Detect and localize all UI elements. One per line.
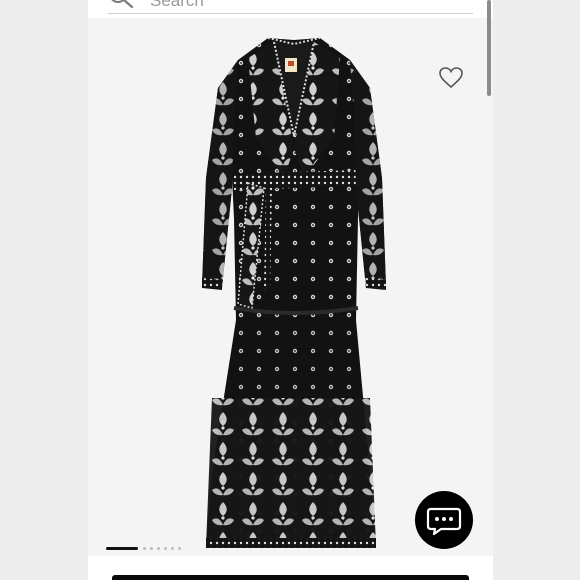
heart-outline-icon[interactable] [438,66,464,90]
search-input[interactable]: Search [150,0,204,11]
carousel-dot[interactable] [150,546,153,550]
chat-bubble-icon [426,507,462,536]
carousel-dot[interactable] [164,546,167,550]
carousel-dot[interactable] [157,546,160,550]
carousel-dot-active[interactable] [106,546,138,550]
carousel-dot[interactable] [171,546,174,550]
dress-photo [202,37,386,548]
carousel-dot[interactable] [143,546,146,550]
chat-button[interactable] [415,491,473,549]
search-icon[interactable] [108,0,136,12]
carousel-indicators[interactable] [106,545,185,551]
add-to-bag-button[interactable] [112,575,469,580]
carousel-dot[interactable] [178,546,181,550]
scrollbar[interactable] [487,0,491,96]
search-bar[interactable]: Search [108,0,473,14]
product-page: Search [88,0,493,580]
product-image-carousel[interactable] [88,18,493,556]
